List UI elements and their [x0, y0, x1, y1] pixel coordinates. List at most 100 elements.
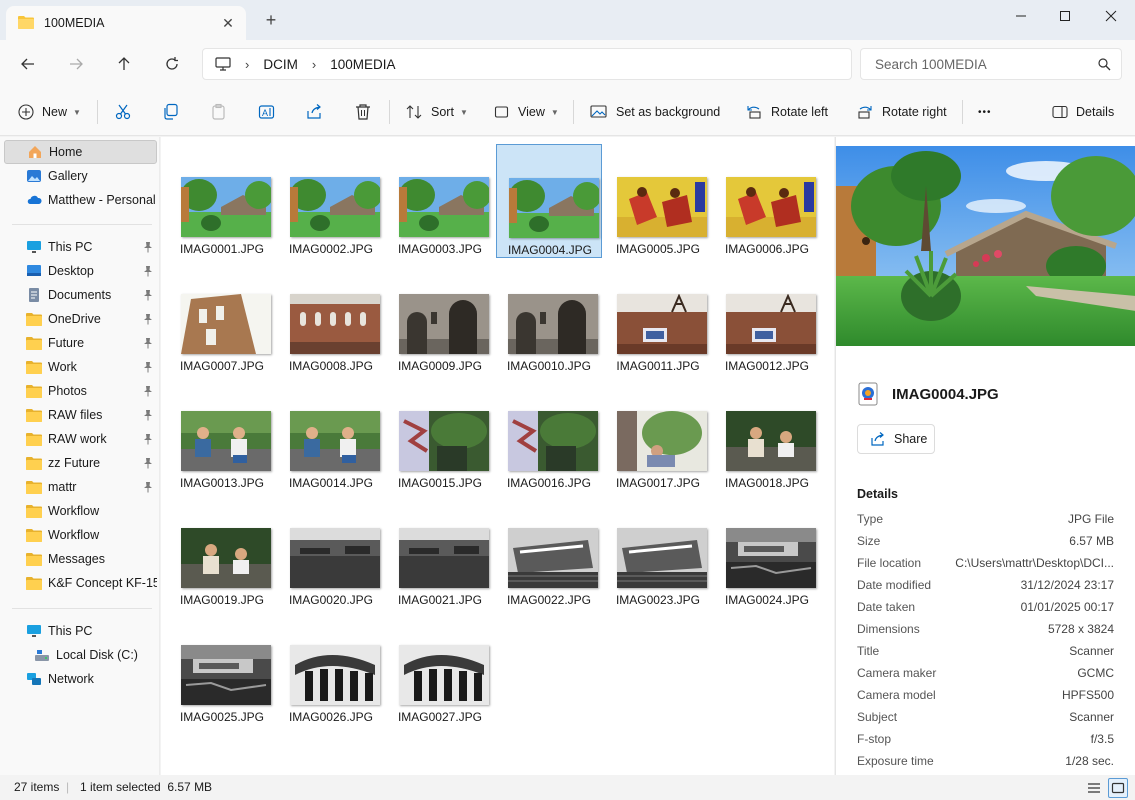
file-thumbnail[interactable]: IMAG0008.JPG: [278, 261, 384, 375]
sidebar-item-home[interactable]: Home: [4, 140, 157, 164]
sidebar-item-onedrive[interactable]: OneDrive: [4, 307, 157, 331]
sidebar-item-workflow[interactable]: Workflow: [4, 523, 157, 547]
file-thumbnail[interactable]: IMAG0022.JPG: [496, 495, 602, 609]
folder-icon: [26, 575, 42, 591]
address-bar[interactable]: › DCIM › 100MEDIA: [202, 48, 852, 80]
forward-button[interactable]: [64, 52, 88, 76]
sidebar-item-desktop[interactable]: Desktop: [4, 259, 157, 283]
more-options-button[interactable]: •••: [978, 100, 992, 124]
tab-100media[interactable]: 100MEDIA ✕: [6, 6, 246, 40]
file-thumbnail[interactable]: IMAG0015.JPG: [387, 378, 493, 492]
file-thumbnail[interactable]: IMAG0014.JPG: [278, 378, 384, 492]
thumbnail-image: [399, 411, 489, 471]
detail-key: Date modified: [857, 578, 932, 592]
sidebar-item-this-pc[interactable]: This PC: [4, 235, 157, 259]
close-tab-icon[interactable]: ✕: [220, 15, 236, 31]
set-background-button[interactable]: Set as background: [590, 100, 720, 124]
file-thumbnail[interactable]: IMAG0019.JPG: [169, 495, 275, 609]
sidebar-item-zz-future[interactable]: zz Future: [4, 451, 157, 475]
file-thumbnail[interactable]: IMAG0021.JPG: [387, 495, 493, 609]
detail-key: Title: [857, 644, 880, 658]
breadcrumb-100media[interactable]: 100MEDIA: [330, 57, 395, 72]
detail-key: F-stop: [857, 732, 892, 746]
sidebar-item-k-f-concept-kf-150[interactable]: K&F Concept KF-150: [4, 571, 157, 595]
details-view-button[interactable]: [1084, 778, 1104, 798]
breadcrumb-dcim[interactable]: DCIM: [263, 57, 298, 72]
detail-row: Subject Scanner: [857, 710, 1114, 730]
search-input[interactable]: Search 100MEDIA: [860, 48, 1122, 80]
file-thumbnail[interactable]: IMAG0020.JPG: [278, 495, 384, 609]
file-thumbnail[interactable]: IMAG0013.JPG: [169, 378, 275, 492]
share-button-pane[interactable]: Share: [857, 424, 935, 454]
sidebar-item-local-disk-c[interactable]: Local Disk (C:): [4, 643, 157, 667]
share-label: Share: [894, 432, 928, 446]
sidebar-item-workflow[interactable]: Workflow: [4, 499, 157, 523]
monitor-icon: [215, 57, 231, 71]
file-thumbnail[interactable]: IMAG0003.JPG: [387, 144, 493, 258]
close-window-button[interactable]: [1088, 0, 1134, 32]
file-thumbnail[interactable]: IMAG0011.JPG: [605, 261, 711, 375]
rename-button[interactable]: A: [258, 100, 284, 124]
file-thumbnail[interactable]: IMAG0012.JPG: [714, 261, 820, 375]
file-thumbnail[interactable]: IMAG0002.JPG: [278, 144, 384, 258]
detail-value: C:\Users\mattr\Desktop\DCI...: [955, 556, 1114, 570]
sidebar-item-raw-work[interactable]: RAW work: [4, 427, 157, 451]
file-thumbnail[interactable]: IMAG0006.JPG: [714, 144, 820, 258]
up-button[interactable]: [112, 52, 136, 76]
file-thumbnail[interactable]: IMAG0023.JPG: [605, 495, 711, 609]
rotate-right-button[interactable]: Rotate right: [856, 100, 947, 124]
sidebar-item-raw-files[interactable]: RAW files: [4, 403, 157, 427]
sidebar-item-messages[interactable]: Messages: [4, 547, 157, 571]
new-tab-button[interactable]: +: [262, 11, 280, 30]
file-name-label: IMAG0015.JPG: [397, 476, 483, 490]
sidebar-item-network[interactable]: Network: [4, 667, 157, 691]
file-thumbnail[interactable]: IMAG0027.JPG: [387, 612, 493, 726]
share-button[interactable]: [306, 100, 332, 124]
file-thumbnail[interactable]: IMAG0010.JPG: [496, 261, 602, 375]
rename-icon: A: [258, 105, 275, 119]
sidebar-item-future[interactable]: Future: [4, 331, 157, 355]
sidebar-item-mattr[interactable]: mattr: [4, 475, 157, 499]
detail-key: Dimensions: [857, 622, 920, 636]
delete-button[interactable]: [354, 100, 380, 124]
thumbnail-image: [181, 294, 271, 354]
file-thumbnail[interactable]: IMAG0004.JPG: [496, 144, 602, 258]
copy-icon: [164, 103, 178, 120]
thumbnail-image: [617, 177, 707, 237]
new-button[interactable]: New ▼: [18, 100, 81, 124]
rotate-left-button[interactable]: Rotate left: [745, 100, 828, 124]
file-thumbnail[interactable]: IMAG0009.JPG: [387, 261, 493, 375]
pin-icon: [143, 481, 153, 493]
sidebar-item-work[interactable]: Work: [4, 355, 157, 379]
file-thumbnail[interactable]: IMAG0024.JPG: [714, 495, 820, 609]
file-thumbnail[interactable]: IMAG0018.JPG: [714, 378, 820, 492]
sidebar-item-photos[interactable]: Photos: [4, 379, 157, 403]
back-button[interactable]: [16, 52, 40, 76]
file-thumbnail[interactable]: IMAG0005.JPG: [605, 144, 711, 258]
chevron-down-icon: ▼: [73, 107, 81, 117]
file-thumbnail[interactable]: IMAG0017.JPG: [605, 378, 711, 492]
thumbnail-image: [726, 411, 816, 471]
file-thumbnail[interactable]: IMAG0026.JPG: [278, 612, 384, 726]
sidebar-item-this-pc[interactable]: This PC: [4, 619, 157, 643]
copy-button[interactable]: [162, 100, 188, 124]
maximize-button[interactable]: [1042, 0, 1088, 32]
detail-row: Dimensions 5728 x 3824: [857, 622, 1114, 642]
view-button[interactable]: View ▼: [494, 100, 559, 124]
cut-button[interactable]: [114, 100, 140, 124]
details-button[interactable]: Details: [1052, 100, 1114, 124]
paste-button[interactable]: [210, 100, 236, 124]
file-thumbnail[interactable]: IMAG0016.JPG: [496, 378, 602, 492]
file-thumbnail[interactable]: IMAG0025.JPG: [169, 612, 275, 726]
minimize-button[interactable]: [998, 0, 1044, 32]
sidebar-item-gallery[interactable]: Gallery: [4, 164, 157, 188]
file-thumbnail[interactable]: IMAG0001.JPG: [169, 144, 275, 258]
sidebar-item-documents[interactable]: Documents: [4, 283, 157, 307]
refresh-button[interactable]: [160, 52, 184, 76]
sidebar-item-label: RAW files: [48, 408, 103, 422]
file-thumbnail[interactable]: IMAG0007.JPG: [169, 261, 275, 375]
sort-button[interactable]: Sort ▼: [405, 100, 468, 124]
detail-row: Date modified 31/12/2024 23:17: [857, 578, 1114, 598]
thumbnail-view-button[interactable]: [1108, 778, 1128, 798]
sidebar-item-matthew-personal[interactable]: Matthew - Personal: [4, 188, 157, 212]
